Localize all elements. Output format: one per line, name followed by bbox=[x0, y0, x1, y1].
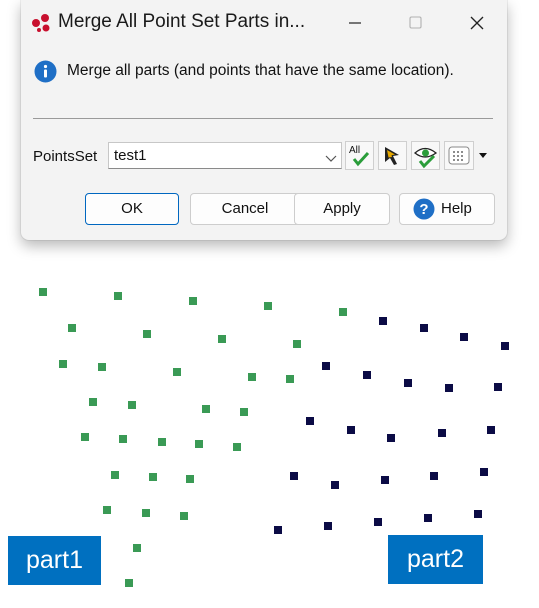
part1-point bbox=[114, 292, 122, 300]
part1-point bbox=[186, 475, 194, 483]
list-options-dropdown[interactable] bbox=[476, 141, 490, 170]
close-icon bbox=[470, 16, 484, 30]
app-icon bbox=[31, 13, 53, 33]
help-label: Help bbox=[441, 200, 472, 217]
svg-text:All: All bbox=[349, 145, 360, 156]
apply-button[interactable]: Apply bbox=[294, 193, 390, 225]
title-bar[interactable]: Merge All Point Set Parts in... bbox=[21, 0, 507, 46]
list-view-button[interactable] bbox=[444, 141, 474, 170]
part2-point bbox=[379, 317, 387, 325]
close-button[interactable] bbox=[457, 8, 497, 38]
part2-point bbox=[480, 468, 488, 476]
part2-point bbox=[430, 472, 438, 480]
part2-point bbox=[331, 481, 339, 489]
info-text: Merge all parts (and points that have th… bbox=[67, 62, 454, 79]
part1-point bbox=[286, 375, 294, 383]
help-button[interactable]: ? Help bbox=[399, 193, 495, 225]
part1-point bbox=[339, 308, 347, 316]
eye-check-icon bbox=[413, 147, 438, 169]
part1-point bbox=[81, 433, 89, 441]
part1-point bbox=[218, 335, 226, 343]
part2-label: part2 bbox=[388, 535, 483, 584]
part1-label: part1 bbox=[8, 536, 101, 585]
part1-point bbox=[125, 579, 133, 587]
part1-point bbox=[189, 297, 197, 305]
part1-point bbox=[149, 473, 157, 481]
part1-point bbox=[173, 368, 181, 376]
part1-point bbox=[142, 509, 150, 517]
part2-point bbox=[420, 324, 428, 332]
part1-point bbox=[143, 330, 151, 338]
caret-down-icon bbox=[479, 153, 487, 158]
part1-point bbox=[195, 440, 203, 448]
part2-point bbox=[381, 476, 389, 484]
part2-point bbox=[474, 510, 482, 518]
list-icon bbox=[448, 146, 470, 165]
part1-point bbox=[68, 324, 76, 332]
chevron-down-icon[interactable] bbox=[325, 151, 337, 162]
part1-point bbox=[158, 438, 166, 446]
part1-point bbox=[264, 302, 272, 310]
maximize-icon bbox=[409, 16, 422, 29]
select-all-button[interactable]: All bbox=[345, 141, 374, 170]
pick-points-button[interactable] bbox=[378, 141, 407, 170]
info-icon bbox=[34, 60, 57, 83]
part2-point bbox=[404, 379, 412, 387]
part2-point bbox=[424, 514, 432, 522]
merge-dialog: Merge All Point Set Parts in... Merge al… bbox=[21, 0, 507, 240]
pointsset-value: test1 bbox=[114, 147, 147, 164]
part1-point bbox=[59, 360, 67, 368]
cursor-pick-icon bbox=[385, 147, 399, 165]
part2-point bbox=[324, 522, 332, 530]
part1-point bbox=[119, 435, 127, 443]
part2-point bbox=[387, 434, 395, 442]
part1-point bbox=[293, 340, 301, 348]
part2-point bbox=[274, 526, 282, 534]
part2-point bbox=[290, 472, 298, 480]
help-icon: ? bbox=[413, 198, 435, 220]
part2-point bbox=[322, 362, 330, 370]
part2-point bbox=[438, 429, 446, 437]
minimize-icon bbox=[349, 22, 361, 24]
part1-point bbox=[39, 288, 47, 296]
part1-point bbox=[248, 373, 256, 381]
part1-point bbox=[98, 363, 106, 371]
part2-point bbox=[460, 333, 468, 341]
part1-point bbox=[111, 471, 119, 479]
pointsset-label: PointsSet bbox=[33, 148, 98, 165]
part2-point bbox=[487, 426, 495, 434]
part1-point bbox=[128, 401, 136, 409]
part1-point bbox=[133, 544, 141, 552]
ok-button[interactable]: OK bbox=[85, 193, 179, 225]
cancel-button[interactable]: Cancel bbox=[190, 193, 300, 225]
part2-point bbox=[494, 383, 502, 391]
maximize-button[interactable] bbox=[395, 8, 435, 38]
part1-point bbox=[202, 405, 210, 413]
part1-point bbox=[103, 506, 111, 514]
pointsset-combobox[interactable]: test1 bbox=[108, 142, 342, 169]
info-message: Merge all parts (and points that have th… bbox=[34, 60, 504, 84]
minimize-button[interactable] bbox=[335, 8, 375, 38]
part2-point bbox=[501, 342, 509, 350]
part2-point bbox=[306, 417, 314, 425]
part1-point bbox=[89, 398, 97, 406]
window-title: Merge All Point Set Parts in... bbox=[58, 11, 306, 32]
part2-point bbox=[347, 426, 355, 434]
part1-point bbox=[233, 443, 241, 451]
select-all-icon: All bbox=[349, 145, 370, 167]
svg-text:?: ? bbox=[419, 201, 428, 218]
part2-point bbox=[363, 371, 371, 379]
part2-point bbox=[374, 518, 382, 526]
view-points-button[interactable] bbox=[411, 141, 440, 170]
part1-point bbox=[240, 408, 248, 416]
separator bbox=[33, 118, 493, 119]
part1-point bbox=[180, 512, 188, 520]
part2-point bbox=[445, 384, 453, 392]
